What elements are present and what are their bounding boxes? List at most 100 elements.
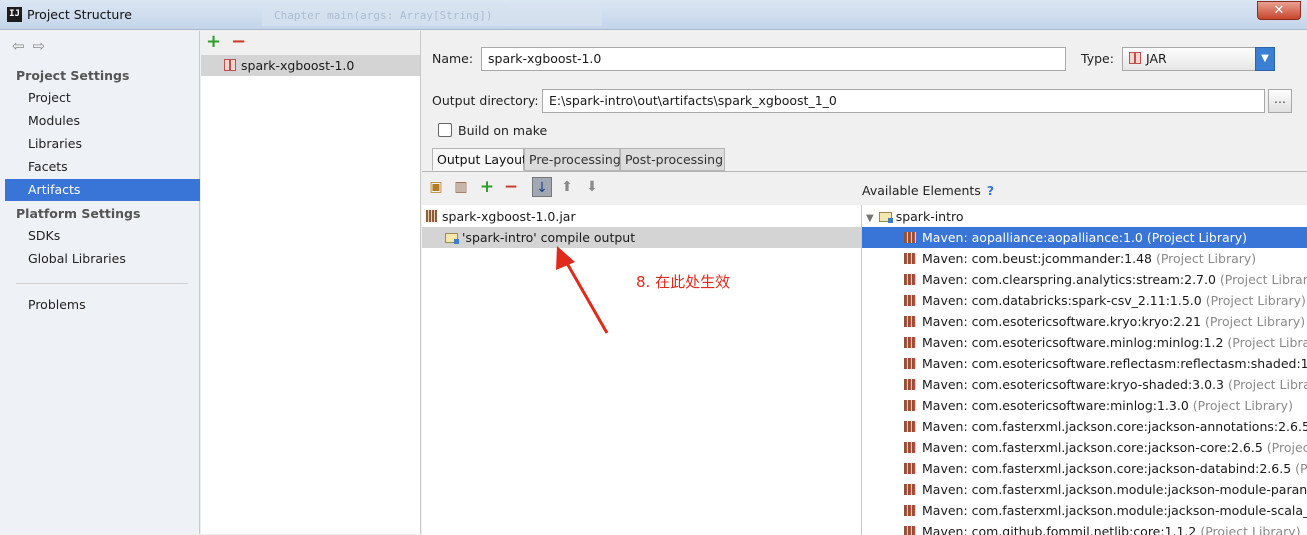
title-bar: IJ Project Structure Chapter main(args: … [0, 0, 1307, 30]
library-name: Maven: com.esotericsoftware.minlog:minlo… [922, 335, 1224, 350]
archive-icon[interactable]: ▥ [451, 177, 471, 197]
library-scope: (Project Library) [1227, 377, 1307, 392]
expand-triangle-icon[interactable]: ▼ [866, 213, 874, 224]
move-down-icon[interactable]: ⬇ [582, 177, 602, 197]
add-icon[interactable]: + [477, 177, 497, 197]
output-directory-field[interactable]: E:\spark-intro\out\artifacts\spark_xgboo… [542, 89, 1265, 113]
nav-item-modules[interactable]: Modules [5, 110, 200, 132]
library-item[interactable]: Maven: com.esotericsoftware:minlog:1.3.0… [862, 395, 1307, 416]
library-name: Maven: com.fasterxml.jackson.core:jackso… [922, 440, 1263, 455]
module-node[interactable]: ▼ spark-intro [862, 206, 1307, 227]
library-icon [904, 274, 916, 285]
help-icon[interactable]: ? [987, 183, 994, 198]
library-item[interactable]: Maven: aopalliance:aopalliance:1.0 (Proj… [862, 227, 1307, 248]
library-item[interactable]: Maven: com.databricks:spark-csv_2.11:1.5… [862, 290, 1307, 311]
jar-file-icon [426, 210, 437, 222]
library-name: Maven: aopalliance:aopalliance:1.0 [922, 230, 1143, 245]
move-up-icon[interactable]: ⬆ [557, 177, 577, 197]
library-item[interactable]: Maven: com.fasterxml.jackson.module:jack… [862, 500, 1307, 521]
library-name: Maven: com.fasterxml.jackson.module:jack… [922, 482, 1307, 497]
available-elements-title: Available Elements? [862, 183, 994, 198]
library-name: Maven: com.esotericsoftware.kryo:kryo:2.… [922, 314, 1201, 329]
library-item[interactable]: Maven: com.esotericsoftware.reflectasm:r… [862, 353, 1307, 374]
library-icon [904, 253, 916, 264]
nav-item-problems[interactable]: Problems [5, 294, 200, 316]
folder-icon[interactable]: ▣ [426, 177, 446, 197]
library-item[interactable]: Maven: com.esotericsoftware:kryo-shaded:… [862, 374, 1307, 395]
library-item[interactable]: Maven: com.beust:jcommander:1.48 (Projec… [862, 248, 1307, 269]
name-label: Name: [432, 51, 474, 66]
back-arrow-icon[interactable]: ⇦ [12, 37, 25, 55]
nav-item-sdks[interactable]: SDKs [5, 225, 200, 247]
artifact-item[interactable]: spark-xgboost-1.0 [201, 55, 420, 76]
tab-output-layout[interactable]: Output Layout [432, 148, 527, 171]
type-select[interactable]: JAR ▼ [1122, 47, 1275, 71]
close-button[interactable]: ✕ [1257, 1, 1301, 20]
project-settings-heading: Project Settings [16, 68, 130, 83]
library-icon [904, 295, 916, 306]
tree-node-jar[interactable]: spark-xgboost-1.0.jar [422, 206, 861, 227]
library-item[interactable]: Maven: com.github.fommil.netlib:core:1.1… [862, 521, 1307, 535]
annotation-text: 8. 在此处生效 [636, 273, 731, 291]
library-scope: (Project Library) [1227, 335, 1307, 350]
tree-node-jar-label: spark-xgboost-1.0.jar [442, 209, 576, 224]
available-elements-tree: ▼ spark-intro Maven: aopalliance:aopallia… [862, 205, 1307, 535]
library-name: Maven: com.esotericsoftware:kryo-shaded:… [922, 377, 1224, 392]
library-icon [904, 463, 916, 474]
tab-pre-processing[interactable]: Pre-processing [524, 148, 621, 171]
module-output-icon [445, 233, 459, 244]
library-item[interactable]: Maven: com.fasterxml.jackson.core:jackso… [862, 416, 1307, 437]
library-scope: (Project Library) [1219, 272, 1307, 287]
library-icon [904, 337, 916, 348]
library-name: Maven: com.beust:jcommander:1.48 [922, 251, 1152, 266]
tree-node-compile-output[interactable]: 'spark-intro' compile output [422, 227, 861, 248]
library-item[interactable]: Maven: com.fasterxml.jackson.core:jackso… [862, 437, 1307, 458]
library-item[interactable]: Maven: com.esotericsoftware.minlog:minlo… [862, 332, 1307, 353]
module-node-label: spark-intro [895, 209, 964, 224]
library-name: Maven: com.fasterxml.jackson.core:jackso… [922, 461, 1292, 476]
type-label: Type: [1081, 51, 1114, 66]
library-name: Maven: com.esotericsoftware:minlog:1.3.0 [922, 398, 1189, 413]
library-icon [904, 379, 916, 390]
library-scope: (Project Library) [1201, 293, 1306, 308]
remove-icon[interactable]: − [501, 177, 521, 197]
library-scope: (Project Library) [1295, 461, 1307, 476]
output-layout-tree: spark-xgboost-1.0.jar 'spark-intro' comp… [422, 205, 862, 535]
output-layout-panel: ▣ ▥ + − ↓ ⬆ ⬇ spark-xgboost-1.0.jar 'spa… [422, 171, 1307, 535]
library-item[interactable]: Maven: com.fasterxml.jackson.module:jack… [862, 479, 1307, 500]
library-name: Maven: com.fasterxml.jackson.module:jack… [922, 503, 1307, 518]
tab-post-processing[interactable]: Post-processing [620, 148, 725, 171]
nav-divider [16, 283, 188, 284]
build-on-make-checkbox[interactable] [438, 123, 452, 137]
background-ghost-text: Chapter main(args: Array[String]) [262, 6, 602, 26]
nav-item-artifacts[interactable]: Artifacts [5, 179, 200, 201]
library-scope: (Project Library) [1266, 440, 1307, 455]
library-item[interactable]: Maven: com.clearspring.analytics:stream:… [862, 269, 1307, 290]
annotation-arrow [556, 246, 609, 334]
library-icon [904, 316, 916, 327]
library-item[interactable]: Maven: com.esotericsoftware.kryo:kryo:2.… [862, 311, 1307, 332]
nav-item-project[interactable]: Project [5, 87, 200, 109]
library-item[interactable]: Maven: com.fasterxml.jackson.core:jackso… [862, 458, 1307, 479]
nav-item-libraries[interactable]: Libraries [5, 133, 200, 155]
platform-settings-heading: Platform Settings [16, 206, 141, 221]
library-scope: (Project Library) [1142, 230, 1248, 245]
library-name: Maven: com.esotericsoftware.reflectasm:r… [922, 356, 1307, 371]
chevron-down-icon[interactable]: ▼ [1255, 47, 1275, 71]
nav-item-global-libraries[interactable]: Global Libraries [5, 248, 200, 270]
available-elements-label: Available Elements [862, 183, 981, 198]
jar-artifact-icon [224, 59, 236, 71]
name-field[interactable]: spark-xgboost-1.0 [481, 47, 1066, 71]
forward-arrow-icon[interactable]: ⇨ [33, 37, 46, 55]
nav-item-facets[interactable]: Facets [5, 156, 200, 178]
library-name: Maven: com.github.fommil.netlib:core:1.1… [922, 524, 1197, 535]
browse-button[interactable]: ... [1268, 89, 1292, 113]
library-icon [904, 442, 916, 453]
library-icon [904, 484, 916, 495]
library-icon [904, 505, 916, 516]
remove-artifact-button[interactable]: − [231, 31, 246, 52]
library-name: Maven: com.databricks:spark-csv_2.11:1.5… [922, 293, 1202, 308]
add-artifact-button[interactable]: + [206, 31, 221, 52]
sort-icon[interactable]: ↓ [532, 177, 552, 197]
type-select-value: JAR [1146, 51, 1167, 66]
